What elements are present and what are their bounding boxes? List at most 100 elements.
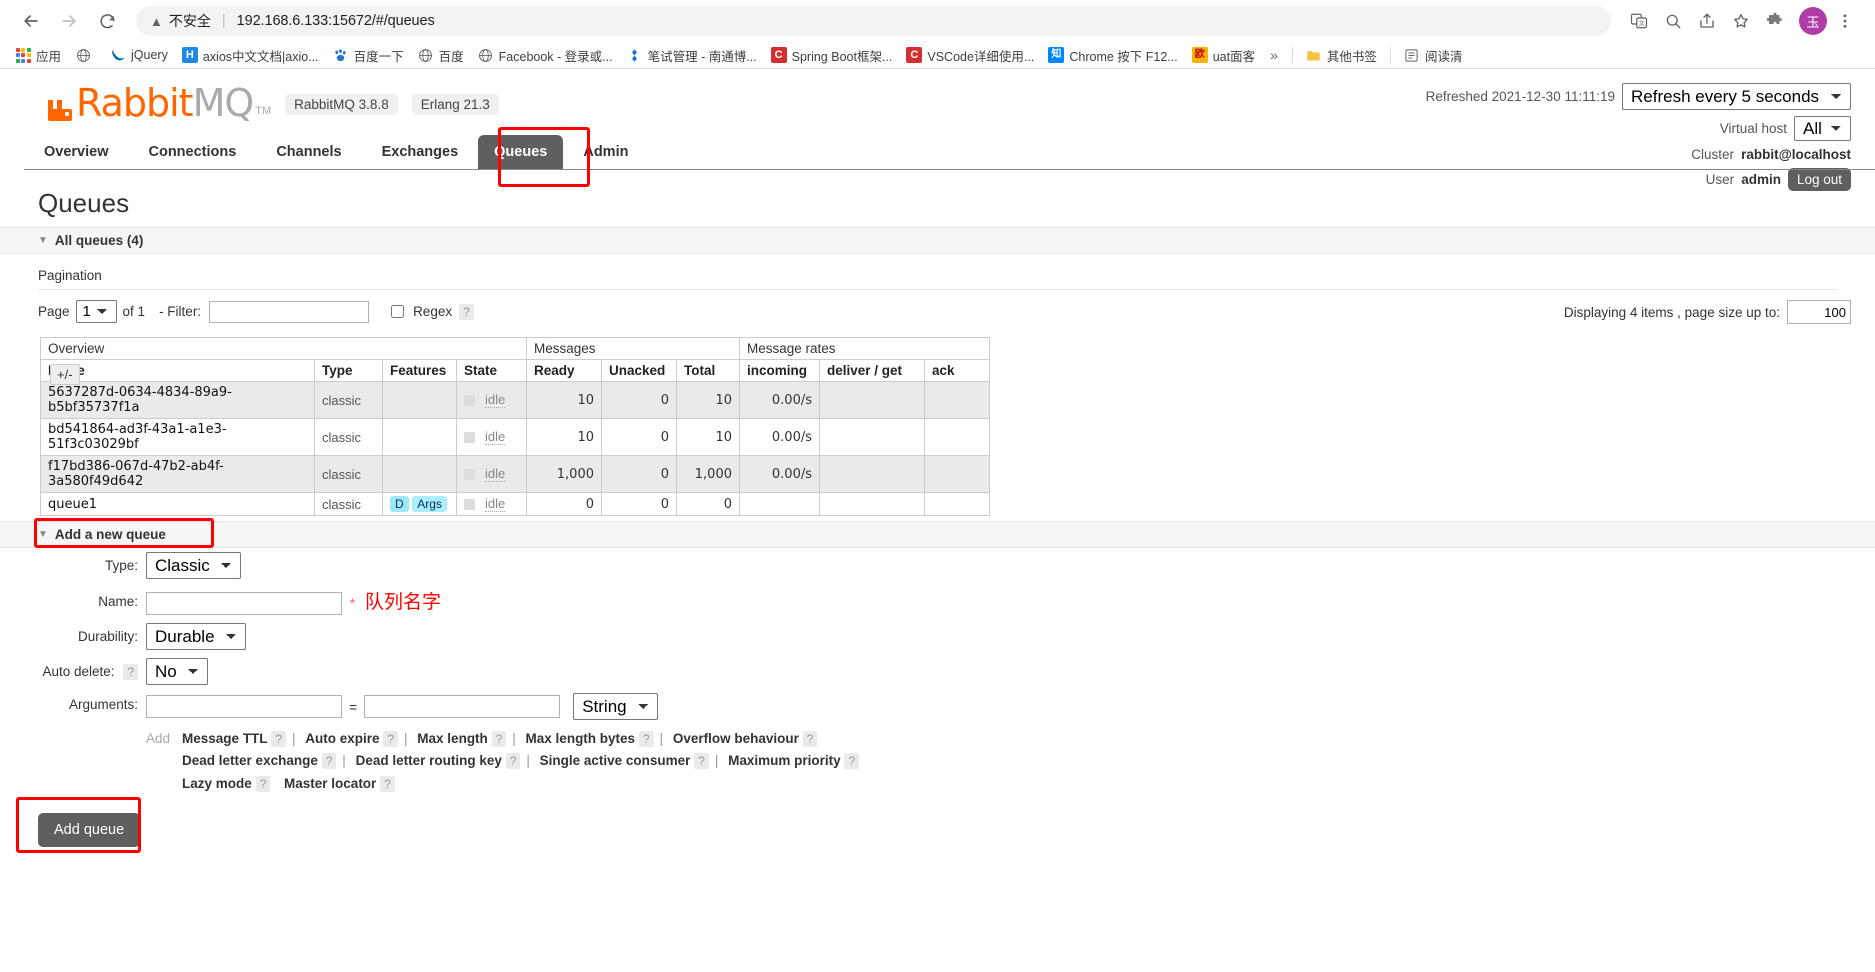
table-row[interactable]: bd541864-ad3f-43a1-a1e3-51f3c03029bf cla… (40, 418, 990, 457)
message-ttl-help-icon[interactable]: ? (271, 731, 287, 748)
tab-admin[interactable]: Admin (563, 135, 648, 169)
preset-dead-letter-routing-key[interactable]: Dead letter routing key (356, 753, 502, 768)
bookmark-globe-1[interactable] (68, 44, 103, 66)
logout-button[interactable]: Log out (1787, 168, 1851, 191)
bookmarks-overflow-button[interactable]: » (1262, 47, 1286, 63)
back-arrow-icon[interactable] (14, 4, 48, 38)
tab-connections[interactable]: Connections (129, 135, 257, 169)
single-active-consumer-help-icon[interactable]: ? (694, 753, 709, 770)
bookmark-jquery[interactable]: jQuery (103, 44, 175, 66)
queue-name-cell[interactable]: f17bd386-067d-47b2-ab4f-3a580f49d642 (40, 455, 315, 494)
master-locator-help-icon[interactable]: ? (380, 775, 395, 792)
col-incoming[interactable]: incoming (739, 359, 820, 383)
dead-letter-routing-key-help-icon[interactable]: ? (505, 753, 521, 770)
argument-key-input[interactable] (146, 695, 342, 719)
add-argument-link[interactable]: Add (146, 728, 170, 750)
tab-exchanges[interactable]: Exchanges (362, 135, 479, 169)
filter-input[interactable] (209, 300, 370, 323)
preset-max-length-bytes[interactable]: Max length bytes (526, 731, 636, 746)
auto-delete-select[interactable]: No (146, 658, 208, 686)
forward-arrow-icon[interactable] (52, 4, 86, 38)
add-queue-section-header[interactable]: ▼ Add a new queue (0, 518, 1875, 549)
bookmark-baidu-search[interactable]: 百度一下 (326, 43, 411, 68)
table-row[interactable]: 5637287d-0634-4834-89a9-b5bf35737f1a cla… (40, 381, 990, 420)
bookmark-springboot[interactable]: C Spring Boot框架... (764, 43, 900, 68)
queue-type-select[interactable]: Classic (146, 552, 241, 580)
table-row[interactable]: queue1 classic D Args idle 0 0 0 (40, 492, 990, 517)
argument-type-select[interactable]: String (573, 693, 659, 721)
star-icon[interactable] (1725, 5, 1757, 37)
bookmark-label: Facebook - 登录或... (498, 49, 613, 64)
share-icon[interactable] (1691, 5, 1723, 37)
state-swatch-icon (464, 394, 475, 406)
max-length-bytes-help-icon[interactable]: ? (638, 731, 654, 748)
translate-icon[interactable]: 文 (1623, 5, 1655, 37)
add-queue-button[interactable]: Add queue (38, 812, 141, 847)
queue-name-cell[interactable]: bd541864-ad3f-43a1-a1e3-51f3c03029bf (40, 418, 315, 457)
table-row[interactable]: f17bd386-067d-47b2-ab4f-3a580f49d642 cla… (40, 455, 990, 494)
queue-type-cell: classic (314, 418, 383, 457)
col-name[interactable]: Name (40, 359, 315, 383)
preset-master-locator[interactable]: Master locator (284, 776, 376, 791)
queue-ready-cell: 10 (526, 418, 602, 457)
col-unacked[interactable]: Unacked (601, 359, 677, 383)
preset-single-active-consumer[interactable]: Single active consumer (540, 753, 691, 768)
overflow-behaviour-help-icon[interactable]: ? (802, 731, 818, 748)
filter-label: - Filter: (159, 304, 202, 320)
column-toggle-button[interactable]: +/- (50, 364, 80, 386)
dead-letter-exchange-help-icon[interactable]: ? (321, 753, 337, 770)
preset-lazy-mode[interactable]: Lazy mode (182, 776, 252, 791)
preset-dead-letter-exchange[interactable]: Dead letter exchange (182, 753, 318, 768)
search-zoom-icon[interactable] (1657, 5, 1689, 37)
queue-name-cell[interactable]: 5637287d-0634-4834-89a9-b5bf35737f1a (40, 381, 315, 420)
rabbitmq-logo[interactable]: Rabbit MQ TM (46, 84, 271, 122)
puzzle-icon[interactable] (1759, 5, 1791, 37)
bookmark-vscode[interactable]: C VSCode详细使用... (899, 43, 1041, 68)
col-ready[interactable]: Ready (526, 359, 602, 383)
auto-delete-help-icon[interactable]: ? (123, 664, 138, 681)
preset-max-length[interactable]: Max length (417, 731, 488, 746)
col-features[interactable]: Features (382, 359, 457, 383)
required-asterisk: * (349, 595, 356, 612)
argument-value-input[interactable] (364, 695, 561, 719)
regex-checkbox[interactable] (391, 305, 405, 319)
bookmark-bishi[interactable]: 笔试管理 - 南通博... (620, 43, 764, 68)
bookmark-other-folder[interactable]: 其他书签 (1299, 43, 1384, 68)
preset-auto-expire[interactable]: Auto expire (305, 731, 379, 746)
reload-icon[interactable] (90, 4, 124, 38)
more-vert-icon[interactable] (1829, 5, 1861, 37)
col-state[interactable]: State (456, 359, 527, 383)
tab-overview[interactable]: Overview (24, 135, 129, 169)
lazy-mode-help-icon[interactable]: ? (255, 775, 271, 792)
col-ack[interactable]: ack (924, 359, 990, 383)
page-select[interactable]: 1 (75, 300, 117, 324)
refresh-interval-select[interactable]: Refresh every 5 seconds (1622, 83, 1851, 110)
bookmark-label: jQuery (131, 48, 168, 62)
col-total[interactable]: Total (676, 359, 740, 383)
queue-name-input[interactable] (146, 592, 342, 616)
auto-expire-help-icon[interactable]: ? (383, 731, 399, 748)
profile-avatar[interactable]: 玉 (1799, 7, 1827, 35)
bookmark-uat[interactable]: 欧 uat面客 (1185, 43, 1262, 68)
all-queues-section-header[interactable]: ▼ All queues (4) (0, 227, 1875, 255)
col-deliver-get[interactable]: deliver / get (819, 359, 925, 383)
reading-list-button[interactable]: 阅读清 (1397, 43, 1470, 68)
bookmark-chrome-f12[interactable]: 知 Chrome 按下 F12... (1041, 43, 1184, 68)
preset-message-ttl[interactable]: Message TTL (182, 731, 268, 746)
bookmark-baidu[interactable]: 百度 (411, 43, 471, 68)
durability-select[interactable]: Durable (146, 623, 246, 651)
tab-queues[interactable]: Queues (478, 135, 564, 170)
bookmark-facebook[interactable]: Facebook - 登录或... (471, 43, 620, 68)
address-bar[interactable]: ▲ 不安全 | 192.168.6.133:15672/#/queues (136, 6, 1611, 36)
preset-overflow-behaviour[interactable]: Overflow behaviour (673, 731, 799, 746)
bookmark-axios[interactable]: H axios中文文档|axio... (175, 43, 326, 68)
col-type[interactable]: Type (314, 359, 383, 383)
queue-name-cell[interactable]: queue1 (40, 492, 315, 517)
regex-help-icon[interactable]: ? (459, 303, 474, 320)
max-length-help-icon[interactable]: ? (491, 731, 507, 748)
maximum-priority-help-icon[interactable]: ? (844, 753, 860, 770)
page-size-input[interactable] (1787, 300, 1851, 325)
tab-channels[interactable]: Channels (256, 135, 361, 169)
bookmark-apps[interactable]: 应用 (8, 43, 68, 68)
preset-maximum-priority[interactable]: Maximum priority (728, 753, 841, 768)
